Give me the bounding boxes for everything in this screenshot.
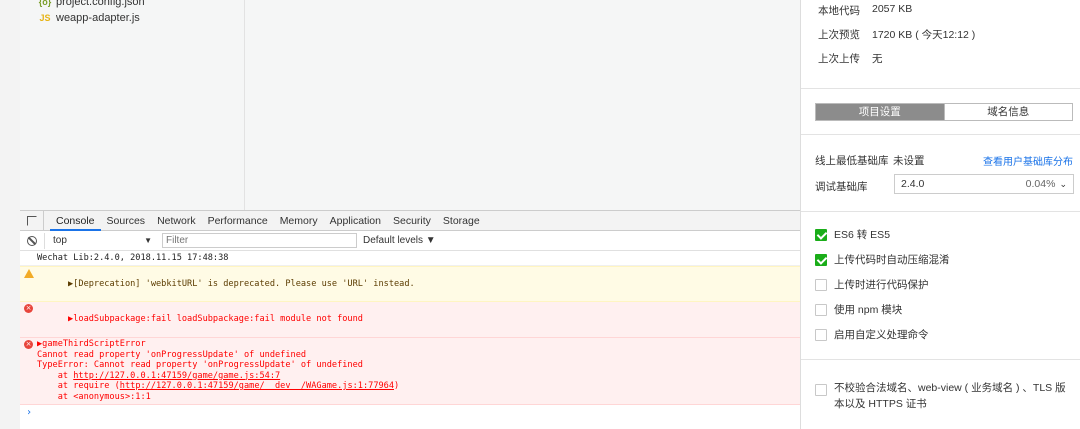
tab-memory[interactable]: Memory (274, 211, 324, 231)
view-lib-distribution-link[interactable]: 查看用户基础库分布 (983, 153, 1073, 168)
context-selector[interactable]: top ▼ (44, 232, 154, 249)
divider (801, 211, 1080, 212)
log-levels-dropdown[interactable]: Default levels ▼ (363, 235, 436, 246)
context-value: top (53, 235, 67, 246)
error-icon: × (24, 304, 33, 313)
checkbox-checked[interactable] (815, 254, 827, 266)
option-minify-on-upload[interactable]: 上传代码时自动压缩混淆 (815, 254, 950, 268)
info-local-code: 本地代码 2057 KB (818, 3, 913, 17)
option-custom-command[interactable]: 启用自定义处理命令 (815, 329, 929, 343)
tab-performance[interactable]: Performance (202, 211, 274, 231)
console-log-error-stack[interactable]: × ▶gameThirdScriptError Cannot read proper… (20, 337, 800, 405)
checkbox[interactable] (815, 279, 827, 291)
console-filter-input[interactable] (162, 233, 357, 248)
error-title: ▶gameThirdScriptError (37, 339, 146, 349)
console-log-info: Wechat Lib:2.4.0, 2018.11.15 17:48:38 (20, 251, 800, 266)
checkbox[interactable] (815, 329, 827, 341)
option-use-npm[interactable]: 使用 npm 模块 (815, 304, 902, 318)
checkbox[interactable] (815, 384, 827, 396)
editor-area[interactable] (245, 0, 800, 210)
warning-icon (24, 268, 34, 278)
stack-link[interactable]: http://127.0.0.1:47159/game/__dev__/WAGa… (120, 381, 394, 391)
tab-sources[interactable]: Sources (101, 211, 152, 231)
console-toolbar: top ▼ Default levels ▼ (20, 231, 800, 251)
checkbox-checked[interactable] (815, 229, 827, 241)
error-type: TypeError: Cannot read property 'onProgr… (37, 360, 363, 370)
left-gutter (0, 0, 20, 429)
js-file-icon: JS (39, 13, 51, 23)
tab-storage[interactable]: Storage (437, 211, 486, 231)
dropdown-arrow-icon: ▼ (144, 236, 152, 245)
tab-console[interactable]: Console (50, 211, 101, 231)
tab-network[interactable]: Network (151, 211, 202, 231)
option-skip-domain-check[interactable]: 不校验合法域名、web-view ( 业务域名 ) 、TLS 版 本以及 HTT… (815, 382, 1066, 412)
file-item-weapp-adapter[interactable]: JS weapp-adapter.js (38, 10, 140, 26)
project-settings-panel: 本地代码 2057 KB 上次预览 1720 KB ( 今天12:12 ) 上次… (800, 0, 1080, 429)
console-log-error[interactable]: × ▶loadSubpackage:fail loadSubpackage:fai… (20, 302, 800, 338)
divider (801, 359, 1080, 360)
inspect-element-icon[interactable] (20, 210, 44, 231)
stack-frame: at require (http://127.0.0.1:47159/game/… (37, 381, 400, 391)
error-icon: × (24, 339, 33, 349)
devtools-panel: Console Sources Network Performance Memo… (20, 210, 800, 429)
file-name: project.config.json (56, 0, 145, 8)
settings-tab-group: 项目设置 域名信息 (815, 103, 1073, 121)
tab-application[interactable]: Application (324, 211, 387, 231)
file-tree: {o} project.config.json JS weapp-adapter… (20, 0, 245, 210)
debug-lib-select[interactable]: 2.4.0 0.04% ⌄ (894, 174, 1074, 194)
stack-frame: at <anonymous>:1:1 (37, 391, 151, 402)
checkbox[interactable] (815, 304, 827, 316)
json-file-icon: {o} (38, 0, 52, 7)
info-last-upload: 上次上传 无 (818, 53, 883, 65)
console-output: Wechat Lib:2.4.0, 2018.11.15 17:48:38 ▶[… (20, 251, 800, 418)
file-item-project-config[interactable]: {o} project.config.json (38, 0, 145, 10)
file-name: weapp-adapter.js (56, 12, 140, 24)
console-prompt[interactable]: › (20, 405, 800, 419)
warning-text: ▶[Deprecation] 'webkitURL' is deprecated… (68, 278, 415, 289)
chevron-down-icon: ⌄ (1059, 178, 1067, 189)
stack-frame: at http://127.0.0.1:47159/game/game.js:5… (37, 370, 281, 381)
info-last-preview: 上次预览 1720 KB ( 今天12:12 ) (818, 29, 976, 41)
tab-security[interactable]: Security (387, 211, 437, 231)
devtools-tab-bar: Console Sources Network Performance Memo… (20, 210, 800, 231)
divider (801, 134, 1080, 135)
debug-lib-label: 调试基础库 (815, 181, 868, 193)
debug-lib-version: 2.4.0 (901, 178, 925, 190)
error-text: ▶loadSubpackage:fail loadSubpackage:fail… (68, 314, 363, 324)
tab-domain-info[interactable]: 域名信息 (943, 104, 1072, 120)
option-es6-to-es5[interactable]: ES6 转 ES5 (815, 229, 890, 243)
console-log-warning[interactable]: ▶[Deprecation] 'webkitURL' is deprecated… (20, 265, 800, 302)
option-code-protect[interactable]: 上传时进行代码保护 (815, 279, 929, 293)
min-lib-row: 线上最低基础库 未设置 (815, 155, 925, 167)
divider (801, 88, 1080, 89)
tab-project-settings[interactable]: 项目设置 (816, 104, 944, 120)
error-message: Cannot read property 'onProgressUpdate' … (37, 349, 307, 360)
debug-lib-percent: 0.04% (1025, 178, 1056, 190)
clear-console-icon[interactable] (20, 235, 44, 246)
stack-link[interactable]: http://127.0.0.1:47159/game/game.js:54:7 (73, 371, 280, 381)
